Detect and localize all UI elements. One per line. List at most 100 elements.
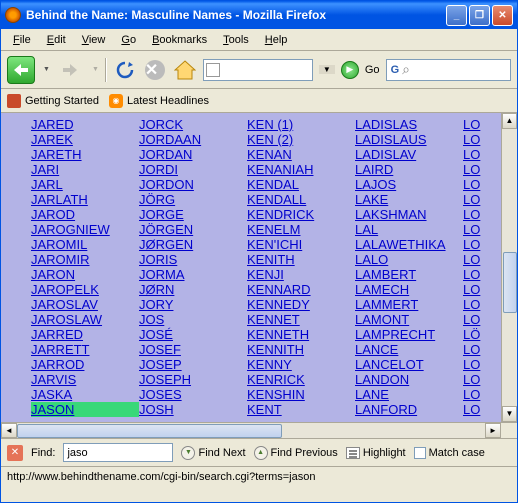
- name-link[interactable]: LAKSHMAN: [355, 207, 463, 222]
- name-link[interactable]: JARETH: [31, 147, 139, 162]
- name-link[interactable]: JAROMIR: [31, 252, 139, 267]
- name-link[interactable]: JARED: [31, 117, 139, 132]
- hscroll-thumb[interactable]: [17, 424, 282, 438]
- name-link[interactable]: LÖ: [463, 327, 493, 342]
- name-link[interactable]: LO: [463, 147, 493, 162]
- bookmark-getting-started[interactable]: Getting Started: [7, 94, 99, 108]
- vertical-scrollbar[interactable]: ▲ ▼: [501, 113, 517, 422]
- name-link[interactable]: LADISLAS: [355, 117, 463, 132]
- name-link[interactable]: KENNETH: [247, 327, 355, 342]
- scroll-up-arrow[interactable]: ▲: [502, 113, 517, 129]
- close-button[interactable]: ✕: [492, 5, 513, 26]
- name-link[interactable]: LANFORD: [355, 402, 463, 417]
- name-link[interactable]: KEN'ICHI: [247, 237, 355, 252]
- name-link[interactable]: JORDAN: [139, 147, 247, 162]
- name-link[interactable]: JAROSLAV: [31, 297, 139, 312]
- name-link[interactable]: KENSHIN: [247, 387, 355, 402]
- name-link[interactable]: LAMBERT: [355, 267, 463, 282]
- name-link[interactable]: JÖRG: [139, 192, 247, 207]
- name-link[interactable]: LADISLAV: [355, 147, 463, 162]
- name-link[interactable]: JAROGNIEW: [31, 222, 139, 237]
- back-button[interactable]: [7, 56, 35, 84]
- menu-view[interactable]: View: [74, 32, 114, 48]
- name-link[interactable]: JARRED: [31, 327, 139, 342]
- name-link[interactable]: LO: [463, 297, 493, 312]
- name-link[interactable]: LO: [463, 132, 493, 147]
- go-button[interactable]: ▶: [341, 61, 359, 79]
- home-button[interactable]: [173, 58, 197, 82]
- name-link[interactable]: LO: [463, 372, 493, 387]
- search-box[interactable]: G ⌕: [386, 59, 511, 81]
- name-link[interactable]: LANE: [355, 387, 463, 402]
- highlight-button[interactable]: Highlight: [346, 447, 406, 459]
- name-link[interactable]: KENANIAH: [247, 162, 355, 177]
- name-link[interactable]: LO: [463, 222, 493, 237]
- name-link[interactable]: LAIRD: [355, 162, 463, 177]
- name-link[interactable]: JOS: [139, 312, 247, 327]
- titlebar[interactable]: Behind the Name: Masculine Names - Mozil…: [1, 1, 517, 29]
- name-link[interactable]: JOSES: [139, 387, 247, 402]
- name-link[interactable]: LADISLAUS: [355, 132, 463, 147]
- name-link[interactable]: JAROPELK: [31, 282, 139, 297]
- name-link[interactable]: LO: [463, 252, 493, 267]
- menu-help[interactable]: Help: [257, 32, 296, 48]
- name-link[interactable]: JORIS: [139, 252, 247, 267]
- name-link[interactable]: LO: [463, 237, 493, 252]
- name-link[interactable]: JAREK: [31, 132, 139, 147]
- scroll-down-arrow[interactable]: ▼: [502, 406, 517, 422]
- name-link[interactable]: JARROD: [31, 357, 139, 372]
- bookmark-latest-headlines[interactable]: ◉ Latest Headlines: [109, 94, 209, 108]
- minimize-button[interactable]: _: [446, 5, 467, 26]
- name-link[interactable]: JORDI: [139, 162, 247, 177]
- name-link[interactable]: KENNITH: [247, 342, 355, 357]
- name-link[interactable]: JORCK: [139, 117, 247, 132]
- name-link[interactable]: LAMECH: [355, 282, 463, 297]
- name-link[interactable]: JAROMIL: [31, 237, 139, 252]
- name-link[interactable]: LALAWETHIKA: [355, 237, 463, 252]
- name-link[interactable]: JARRETT: [31, 342, 139, 357]
- name-link[interactable]: JARLATH: [31, 192, 139, 207]
- name-link[interactable]: LANCE: [355, 342, 463, 357]
- name-link[interactable]: LO: [463, 267, 493, 282]
- name-link[interactable]: KENNET: [247, 312, 355, 327]
- scroll-right-arrow[interactable]: ►: [485, 423, 501, 438]
- name-link[interactable]: JOSEF: [139, 342, 247, 357]
- name-link[interactable]: JASON: [31, 402, 139, 417]
- name-link[interactable]: JOSEPH: [139, 372, 247, 387]
- name-link[interactable]: LAJOS: [355, 177, 463, 192]
- name-link[interactable]: KENRICK: [247, 372, 355, 387]
- name-link[interactable]: KENDALL: [247, 192, 355, 207]
- name-link[interactable]: KENAN: [247, 147, 355, 162]
- name-link[interactable]: LO: [463, 312, 493, 327]
- name-link[interactable]: JORGE: [139, 207, 247, 222]
- name-link[interactable]: KENELM: [247, 222, 355, 237]
- name-link[interactable]: LANCELOT: [355, 357, 463, 372]
- forward-dropdown[interactable]: ▼: [92, 66, 99, 73]
- menu-file[interactable]: File: [5, 32, 39, 48]
- name-link[interactable]: KENT: [247, 402, 355, 417]
- name-link[interactable]: JARI: [31, 162, 139, 177]
- name-link[interactable]: LAMONT: [355, 312, 463, 327]
- reload-button[interactable]: [113, 58, 137, 82]
- name-link[interactable]: KENNEDY: [247, 297, 355, 312]
- horizontal-scrollbar[interactable]: ◄ ►: [1, 422, 517, 438]
- name-link[interactable]: LO: [463, 402, 493, 417]
- name-link[interactable]: LALO: [355, 252, 463, 267]
- name-link[interactable]: LO: [463, 357, 493, 372]
- menu-tools[interactable]: Tools: [215, 32, 257, 48]
- menu-go[interactable]: Go: [113, 32, 144, 48]
- name-link[interactable]: LAKE: [355, 192, 463, 207]
- name-link[interactable]: LO: [463, 342, 493, 357]
- name-link[interactable]: JARL: [31, 177, 139, 192]
- name-link[interactable]: LO: [463, 162, 493, 177]
- name-link[interactable]: KENDRICK: [247, 207, 355, 222]
- url-dropdown[interactable]: ▼: [319, 65, 335, 74]
- name-link[interactable]: KENJI: [247, 267, 355, 282]
- menu-bookmarks[interactable]: Bookmarks: [144, 32, 215, 48]
- name-link[interactable]: JAROSLAW: [31, 312, 139, 327]
- find-previous-button[interactable]: ▲ Find Previous: [254, 446, 338, 460]
- url-bar[interactable]: [203, 59, 313, 81]
- menu-edit[interactable]: Edit: [39, 32, 74, 48]
- back-dropdown[interactable]: ▼: [43, 66, 50, 73]
- name-link[interactable]: JOSÉ: [139, 327, 247, 342]
